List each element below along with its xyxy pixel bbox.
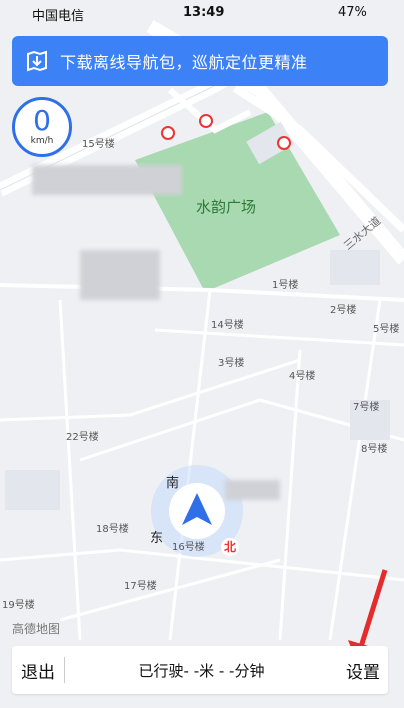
building-label: 15号楼: [82, 139, 115, 150]
speedometer: 0 km/h: [12, 97, 72, 157]
building-label: 5号楼: [373, 324, 400, 335]
building-label: 7号楼: [353, 402, 380, 413]
building-label: 4号楼: [289, 371, 316, 382]
building-label: 2号楼: [330, 305, 357, 316]
building-label: 16号楼: [172, 542, 205, 553]
speed-value: 0: [33, 104, 51, 137]
exit-button[interactable]: 退出: [12, 658, 64, 683]
status-bar: 中国电信 13:49 47%: [0, 0, 404, 26]
building-label: 3号楼: [218, 358, 245, 369]
blurred-label: [32, 165, 182, 195]
speed-unit: km/h: [30, 136, 54, 146]
map-brand: 高德地图: [12, 622, 61, 636]
building-label: 1号楼: [272, 280, 299, 291]
clock: 13:49: [183, 5, 225, 20]
offline-download-banner[interactable]: 下载离线导航包，巡航定位更精准: [12, 36, 388, 86]
plaza-label: 水韵广场: [196, 198, 257, 216]
building-label: 8号楼: [361, 444, 388, 455]
compass-east: 东: [150, 531, 164, 546]
blurred-label: [80, 250, 160, 300]
building-label: 22号楼: [66, 432, 99, 443]
trip-info: 已行驶- -米 - -分钟: [138, 661, 265, 680]
settings-button[interactable]: 设置: [338, 658, 388, 683]
blurred-label: [225, 480, 280, 500]
download-map-icon: [26, 50, 48, 72]
banner-text: 下载离线导航包，巡航定位更精准: [60, 53, 308, 72]
carrier-label: 中国电信: [32, 9, 85, 24]
building-label: 14号楼: [211, 320, 244, 331]
compass-south: 南: [166, 476, 180, 491]
compass-north[interactable]: 北: [221, 538, 239, 556]
building-label: 19号楼: [2, 600, 35, 611]
battery-level: 47%: [338, 5, 367, 20]
building-label: 18号楼: [96, 524, 129, 535]
navigation-bottom-bar: 退出 已行驶- -米 - -分钟 设置: [12, 646, 388, 694]
building-label: 17号楼: [124, 581, 157, 592]
